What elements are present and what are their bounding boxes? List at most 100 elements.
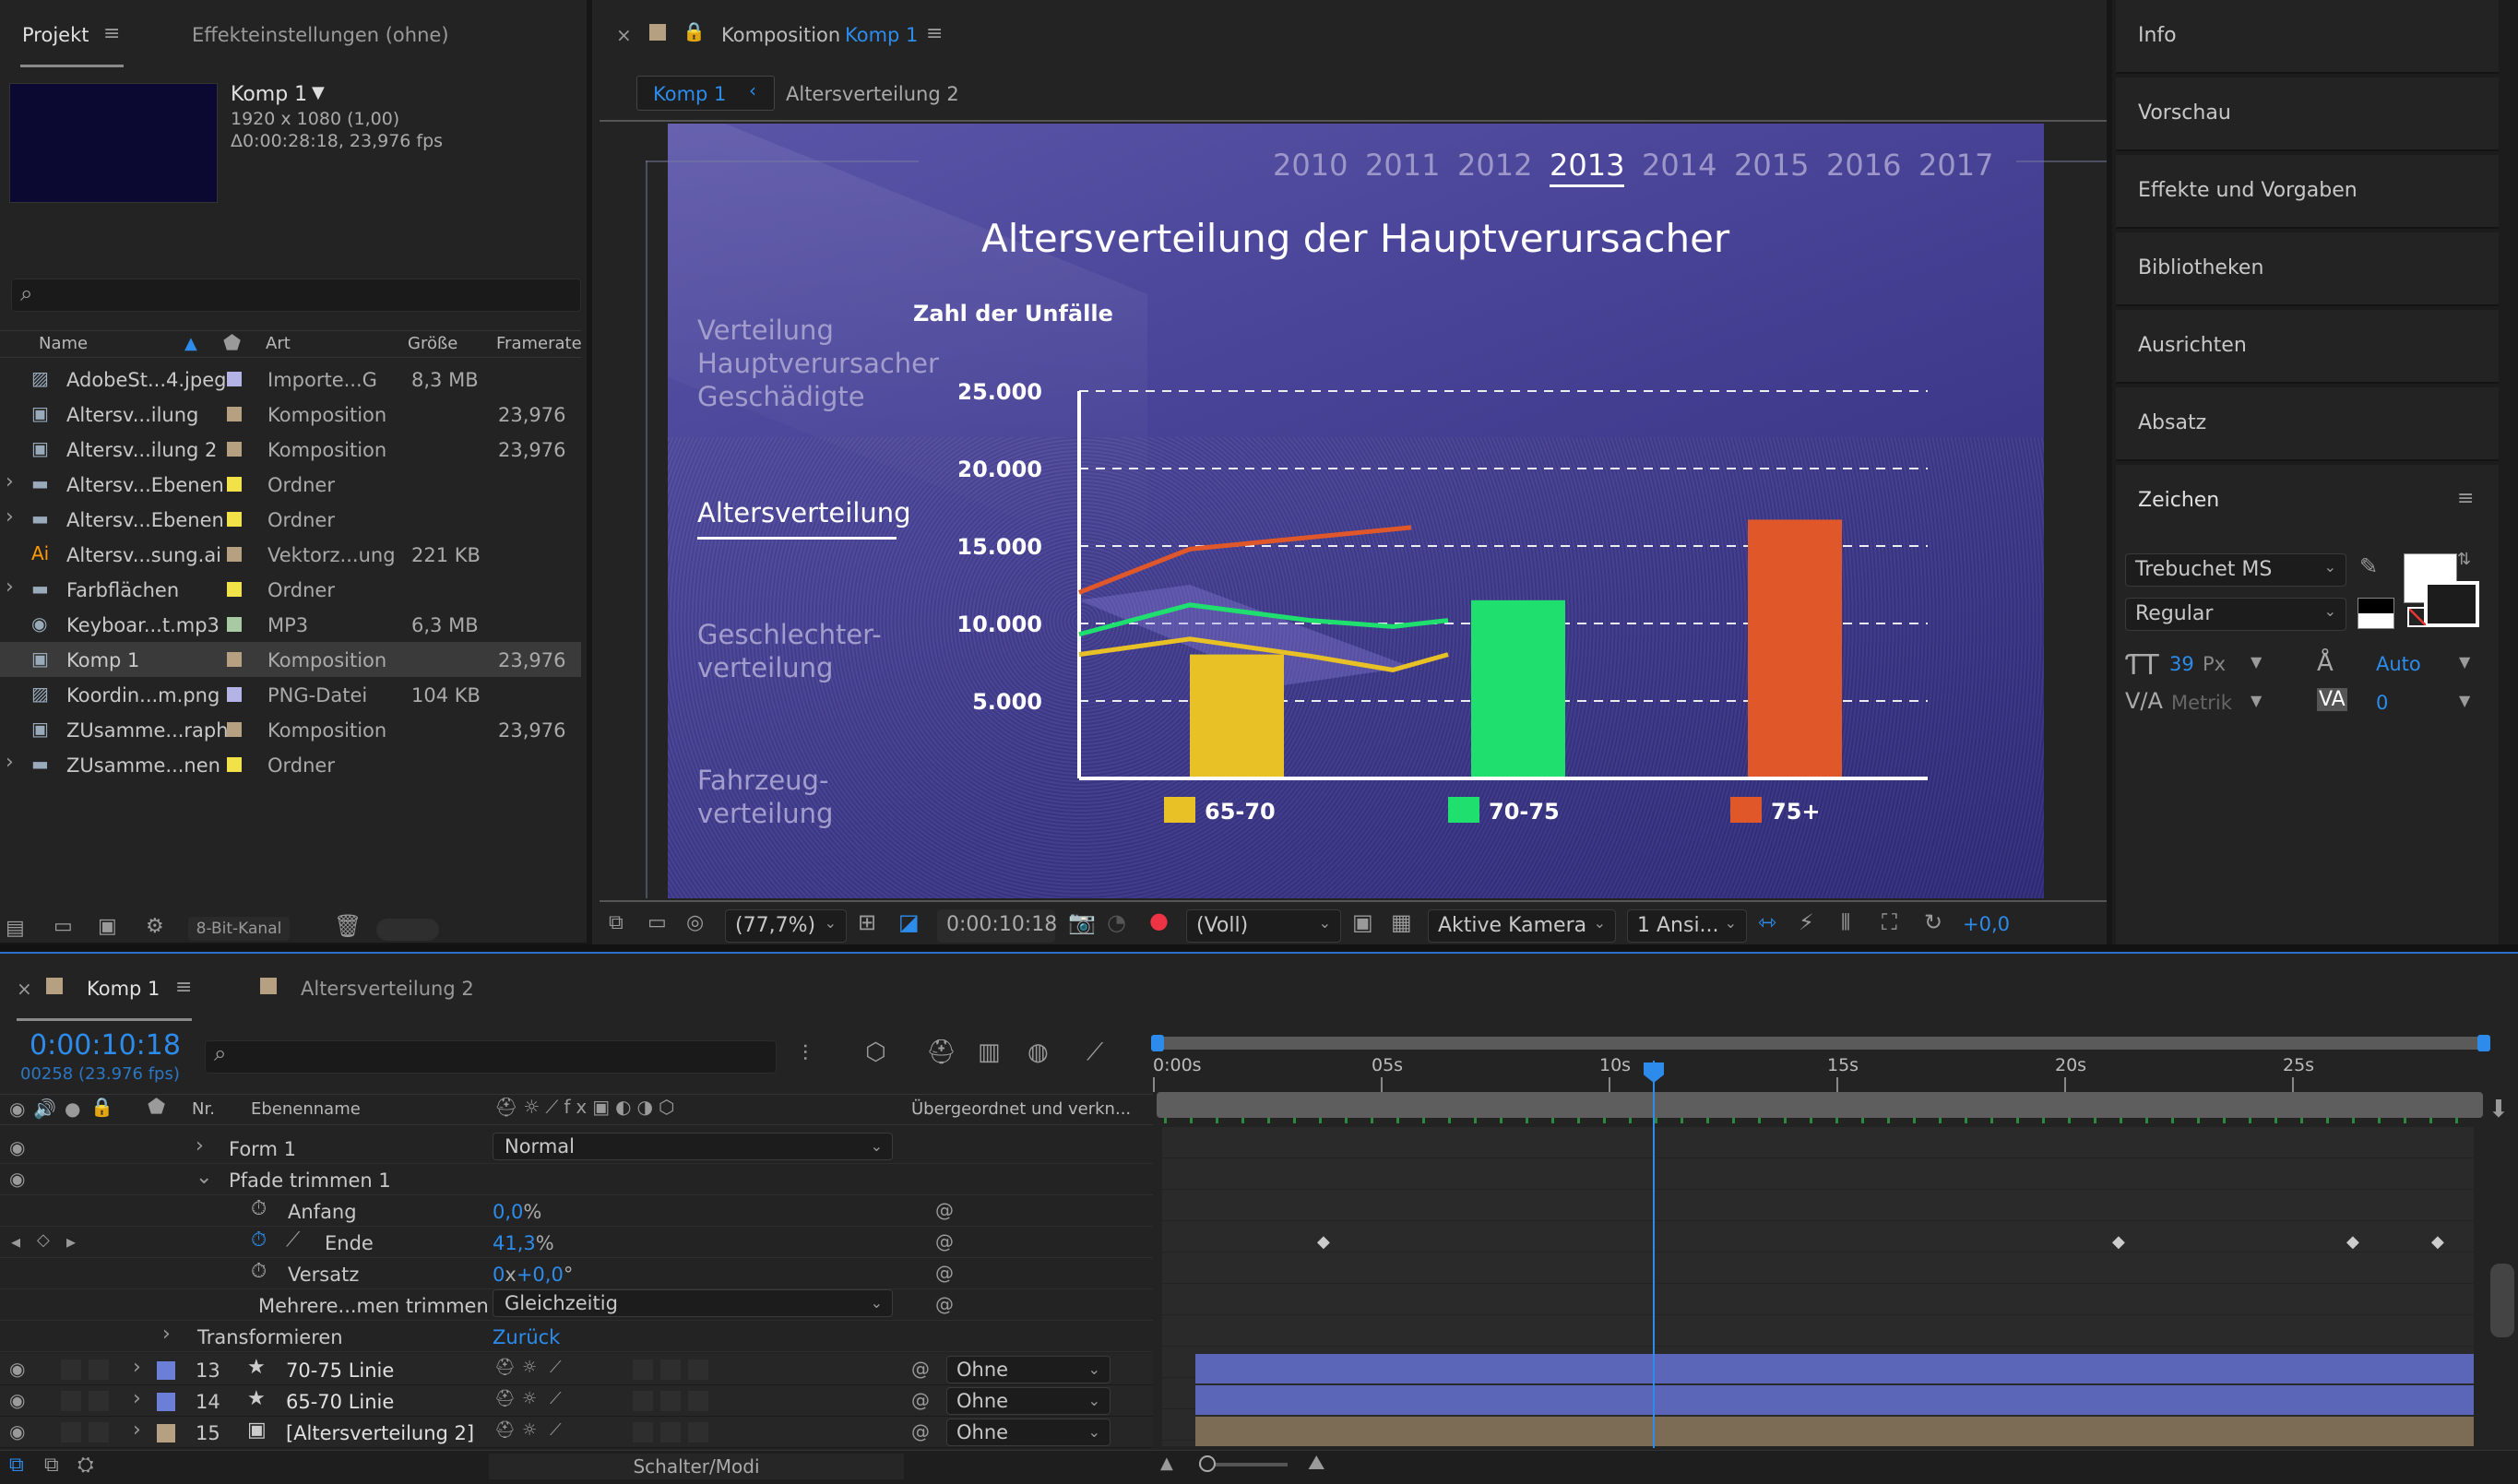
zoom-in-icon[interactable]: ⛰: [1308, 1452, 1324, 1475]
quality-switch-icon[interactable]: ⟋: [550, 1389, 562, 1408]
property-value[interactable]: 41,3%: [493, 1232, 554, 1254]
expand-chevron-icon[interactable]: ›: [133, 1387, 141, 1410]
motion-blur-switch[interactable]: [660, 1422, 681, 1442]
default-colors-icon[interactable]: [2358, 598, 2394, 629]
comp-menu-item[interactable]: Geschlechter-verteilung: [697, 618, 882, 684]
thumbnail-slider[interactable]: [376, 919, 439, 941]
new-composition-icon[interactable]: ▣: [98, 915, 117, 938]
year-tab[interactable]: 2010: [1273, 148, 1348, 184]
pick-whip-icon[interactable]: @: [935, 1262, 954, 1284]
solo-icon[interactable]: ●: [65, 1098, 80, 1120]
shy-layers-icon[interactable]: ⛑: [926, 1039, 956, 1066]
shy-switch-icon[interactable]: ⛑: [494, 1358, 516, 1377]
collapse-switch-icon[interactable]: ☼: [522, 1389, 537, 1408]
timeline-pin-icon[interactable]: ⬇: [2488, 1096, 2509, 1123]
panel-item[interactable]: Bibliotheken: [2116, 232, 2499, 306]
label-column-icon[interactable]: ⬟: [148, 1096, 165, 1119]
flowchart-icon[interactable]: ⛶: [1882, 909, 1897, 935]
new-folder-icon[interactable]: ▭: [53, 915, 73, 938]
bit-depth-button[interactable]: 8-Bit-Kanal: [188, 917, 290, 941]
timeline-timecode[interactable]: 0:00:10:18: [30, 1029, 181, 1062]
project-item[interactable]: ▣ Altersv...ilung 2 Komposition 23,976: [0, 432, 581, 467]
add-keyframe-icon[interactable]: ◇: [37, 1230, 50, 1250]
label-color-swatch[interactable]: [227, 722, 242, 737]
layer-name[interactable]: [Altersverteilung 2]: [286, 1422, 474, 1444]
panel-item[interactable]: Vorschau: [2116, 77, 2499, 151]
project-item[interactable]: › ▬ Farbflächen Ordner: [0, 572, 581, 607]
property-value[interactable]: 0,0%: [493, 1201, 541, 1223]
chevron-down-icon[interactable]: ▼: [312, 83, 325, 102]
pick-whip-icon[interactable]: @: [911, 1420, 930, 1442]
show-snapshot-icon[interactable]: ◔: [1107, 909, 1126, 935]
leading-value[interactable]: Auto: [2376, 653, 2421, 675]
motion-blur-icon[interactable]: ◍: [1027, 1039, 1049, 1066]
exposure-value[interactable]: +0,0: [1963, 913, 2010, 935]
time-navigator-start[interactable]: [1151, 1035, 1164, 1051]
checkerboard-icon[interactable]: ▦: [1391, 909, 1412, 935]
pick-whip-icon[interactable]: @: [911, 1389, 930, 1411]
pick-whip-icon[interactable]: @: [935, 1199, 954, 1221]
viewer-tab-label[interactable]: Komposition: [721, 24, 840, 46]
year-tab[interactable]: 2017: [1918, 148, 1993, 184]
draft-3d-icon[interactable]: ⬡: [865, 1039, 886, 1066]
font-size-chevron-icon[interactable]: ▼: [2251, 653, 2262, 671]
reset-exposure-icon[interactable]: ↻: [1924, 909, 1942, 935]
motion-blur-switch[interactable]: [660, 1359, 681, 1380]
search-input[interactable]: [11, 279, 581, 312]
breadcrumb-next[interactable]: Altersverteilung 2: [786, 83, 959, 105]
quality-switch-icon[interactable]: ⟋: [550, 1358, 562, 1377]
effect-switch[interactable]: [633, 1359, 653, 1380]
timeline-icon[interactable]: ⫴: [1841, 909, 1850, 935]
comp-mini-flowchart-icon[interactable]: ⫶: [802, 1040, 808, 1066]
keyframe[interactable]: ◆: [2346, 1232, 2359, 1252]
label-color-swatch[interactable]: [227, 757, 242, 772]
expand-chevron-icon[interactable]: ›: [6, 505, 14, 528]
label-color-swatch[interactable]: [227, 512, 242, 527]
column-framerate[interactable]: Framerate: [496, 334, 582, 353]
year-tab[interactable]: 2011: [1365, 148, 1440, 184]
eye-icon[interactable]: ◉: [9, 1168, 25, 1190]
timeline-tab-active[interactable]: Komp 1: [87, 978, 160, 1000]
parent-dropdown[interactable]: Ohne ⌄: [946, 1387, 1111, 1415]
viewer-timecode[interactable]: 0:00:10:18: [937, 909, 1057, 943]
comp-name[interactable]: Komp 1: [231, 83, 307, 106]
stopwatch-icon[interactable]: ⏱: [251, 1260, 267, 1283]
interpret-footage-icon[interactable]: ▤: [6, 917, 25, 940]
zoom-slider-knob[interactable]: [1199, 1455, 1216, 1472]
effect-switch[interactable]: [633, 1422, 653, 1442]
timeline-close-icon[interactable]: ×: [17, 978, 32, 1000]
audio-switch[interactable]: [61, 1391, 81, 1411]
year-tab[interactable]: 2013: [1550, 148, 1625, 187]
column-name[interactable]: Name: [39, 334, 88, 353]
adjustment-switch[interactable]: [688, 1391, 708, 1411]
property-value-number[interactable]: 0: [493, 1264, 505, 1286]
keyframe[interactable]: ◆: [1317, 1232, 1330, 1252]
year-tab[interactable]: 2015: [1734, 148, 1809, 184]
safe-margins-icon[interactable]: ⊞: [858, 909, 876, 935]
panel-item[interactable]: Ausrichten: [2116, 310, 2499, 384]
project-settings-icon[interactable]: ⚙: [146, 915, 164, 938]
label-color-swatch[interactable]: [227, 652, 242, 667]
pick-whip-icon[interactable]: @: [935, 1293, 954, 1315]
timeline-menu-icon[interactable]: ≡: [175, 976, 192, 999]
stroke-color-swatch[interactable]: [2424, 581, 2479, 627]
layer-label-color[interactable]: [157, 1424, 175, 1442]
expand-chevron-icon[interactable]: ›: [196, 1134, 204, 1158]
camera-dropdown[interactable]: Aktive Kamera ⌄: [1428, 909, 1616, 943]
property-dropdown[interactable]: Gleichzeitig ⌄: [493, 1289, 893, 1317]
layer-bar-13[interactable]: [1195, 1354, 2474, 1383]
project-item[interactable]: Ai Altersv...sung.ai Vektorz...ung 221 KB: [0, 537, 581, 572]
video-visibility-icon[interactable]: ◉: [9, 1098, 25, 1120]
lock-switch[interactable]: [89, 1359, 109, 1380]
layer-name[interactable]: 65-70 Linie: [286, 1391, 394, 1413]
audio-switch[interactable]: [61, 1422, 81, 1442]
work-area-bar[interactable]: [1157, 1092, 2483, 1118]
project-item[interactable]: ▣ Altersv...ilung Komposition 23,976: [0, 397, 581, 432]
graph-icon[interactable]: ⟋: [286, 1229, 300, 1252]
pick-whip-icon[interactable]: @: [911, 1358, 930, 1380]
panel-item[interactable]: Info: [2116, 0, 2499, 74]
time-navigator-end[interactable]: [2477, 1035, 2490, 1051]
layer-label-color[interactable]: [157, 1361, 175, 1380]
comp-menu-item[interactable]: Fahrzeug-verteilung: [697, 764, 833, 830]
quality-switch-icon[interactable]: ⟋: [550, 1420, 562, 1440]
